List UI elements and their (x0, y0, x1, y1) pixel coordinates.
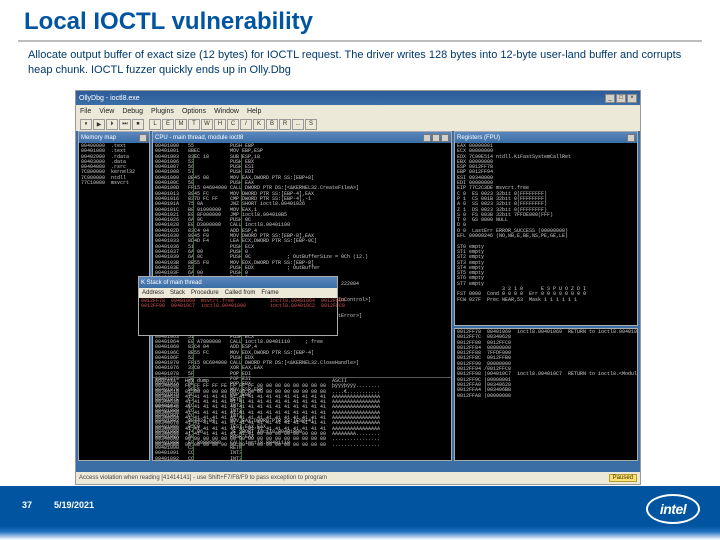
slide-number: 37 (22, 500, 32, 510)
logo-text: intel (660, 501, 686, 517)
statusbar: Access violation when reading [41414141]… (76, 472, 640, 484)
toolbar-threads-button[interactable]: T (188, 119, 200, 130)
toolbar-exe-button[interactable]: E (162, 119, 174, 130)
toolbar-stepover-icon[interactable]: ⏭ (119, 119, 131, 130)
toolbar-cpu-button[interactable]: C (227, 119, 239, 130)
toolbar-callstack-button[interactable]: K (253, 119, 265, 130)
callstack-titlebar[interactable]: K Stack of main thread (139, 277, 337, 288)
registers-pane: Registers (FPU) EAX 00000001 ECX 0000000… (454, 131, 638, 326)
toolbar-windows-button[interactable]: W (201, 119, 213, 130)
memory-map-title: Memory map (81, 135, 116, 141)
toolbar-handles-button[interactable]: H (214, 119, 226, 130)
menu-options[interactable]: Options (182, 108, 206, 115)
toolbar-log-button[interactable]: L (149, 119, 161, 130)
registers-body[interactable]: EAX 00000001 ECX 00000000 EDX 7C90E514 n… (455, 143, 637, 325)
close-icon[interactable] (139, 134, 147, 142)
slide-subtitle: Allocate output buffer of exact size (12… (0, 42, 720, 79)
registers-title: Registers (FPU) (457, 135, 500, 141)
slide: Local IOCTL vulnerability Allocate outpu… (0, 0, 720, 540)
mdi-area: Memory map 00400000 .text 00401000 .text… (78, 131, 638, 470)
footer-gloss (0, 526, 720, 540)
toolbar-pause-icon[interactable]: ⏸ (80, 119, 92, 130)
toolbar-stepinto-icon[interactable]: ⏵ (106, 119, 118, 130)
toolbar-patches-button[interactable]: / (240, 119, 252, 130)
app-title: OllyDbg - ioctl8.exe (79, 95, 140, 102)
toolbar: ⏸ ▶ ⏵ ⏭ ⏹ L E M T W H C / K B R ... S (76, 117, 640, 131)
hexdump-text: 00340608 FE FF FF FF FE FF FF FF 00 00 0… (155, 384, 449, 448)
toolbar-breakpoints-button[interactable]: B (266, 119, 278, 130)
toolbar-refs-button[interactable]: R (279, 119, 291, 130)
toolbar-runtrace-button[interactable]: ... (292, 119, 304, 130)
logo-oval: intel (646, 494, 700, 524)
cpu-titlebar[interactable]: CPU - main thread, module ioctl8 (153, 132, 451, 143)
cpu-title: CPU - main thread, module ioctl8 (155, 135, 243, 141)
status-text: Access violation when reading [41414141]… (79, 475, 327, 481)
status-paused: Paused (609, 474, 637, 482)
close-icon[interactable] (627, 134, 635, 142)
minimize-button[interactable]: _ (605, 94, 615, 103)
maximize-button[interactable]: □ (616, 94, 626, 103)
toolbar-stop-icon[interactable]: ⏹ (132, 119, 144, 130)
intel-logo: intel (646, 494, 700, 524)
ollydbg-window: OllyDbg - ioctl8.exe _ □ × File View Deb… (75, 90, 641, 485)
hexdump-body[interactable]: Address Hex dump ASCII 00340608 FE FF FF… (153, 377, 451, 460)
menubar: File View Debug Plugins Options Window H… (76, 105, 640, 117)
minimize-icon[interactable] (423, 134, 431, 142)
toolbar-mem-button[interactable]: M (175, 119, 187, 130)
slide-date: 5/19/2021 (54, 500, 94, 510)
menu-file[interactable]: File (80, 108, 91, 115)
stack-body[interactable]: 0012FF78 00401069 ioctl8.00401069 RETURN… (455, 329, 637, 460)
menu-plugins[interactable]: Plugins (151, 108, 174, 115)
callstack-header: Address Stack Procedure Called from Fram… (139, 288, 337, 298)
slide-title: Local IOCTL vulnerability (0, 0, 720, 36)
maximize-icon[interactable] (432, 134, 440, 142)
menu-view[interactable]: View (99, 108, 114, 115)
memory-map-titlebar[interactable]: Memory map (79, 132, 149, 143)
stack-text: 0012FF78 00401069 ioctl8.00401069 RETURN… (457, 330, 635, 399)
menu-help[interactable]: Help (247, 108, 261, 115)
callstack-text: 0012FF78 00401069 msvcrt.free ioctl8.004… (141, 299, 335, 310)
close-icon[interactable] (441, 134, 449, 142)
app-titlebar: OllyDbg - ioctl8.exe _ □ × (76, 91, 640, 105)
close-button[interactable]: × (627, 94, 637, 103)
stack-pane: 0012FF78 00401069 ioctl8.00401069 RETURN… (454, 328, 638, 461)
toolbar-source-button[interactable]: S (305, 119, 317, 130)
callstack-title: K Stack of main thread (141, 280, 202, 286)
toolbar-run-icon[interactable]: ▶ (93, 119, 105, 130)
menu-debug[interactable]: Debug (122, 108, 143, 115)
registers-titlebar[interactable]: Registers (FPU) (455, 132, 637, 143)
callstack-body[interactable]: 0012FF78 00401069 msvcrt.free ioctl8.004… (139, 298, 337, 311)
registers-text: EAX 00000001 ECX 00000000 EDX 7C90E514 n… (457, 144, 635, 303)
memory-map-text: 00400000 .text 00401000 .text 00402000 .… (81, 144, 147, 186)
menu-window[interactable]: Window (214, 108, 239, 115)
callstack-pane: K Stack of main thread Address Stack Pro… (138, 276, 338, 336)
